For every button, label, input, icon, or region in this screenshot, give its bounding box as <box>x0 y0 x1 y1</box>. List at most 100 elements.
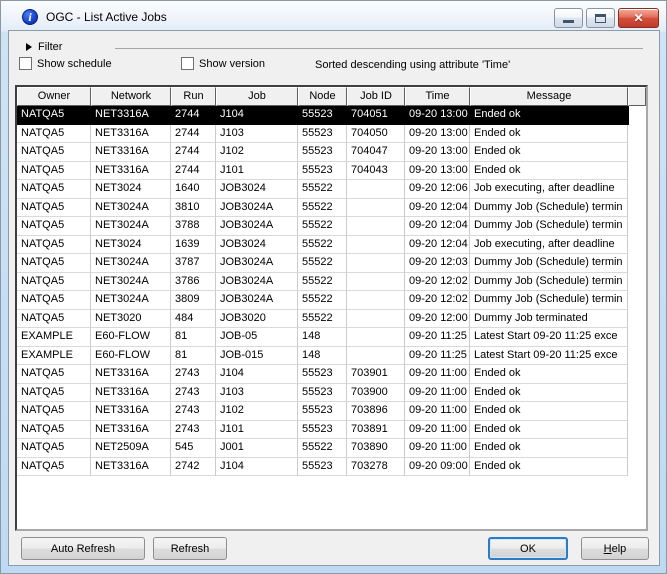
column-header-job[interactable]: Job <box>216 87 298 106</box>
table-cell: NET3316A <box>91 457 171 476</box>
column-header-owner[interactable]: Owner <box>17 87 91 106</box>
table-cell <box>347 346 405 365</box>
table-cell: JOB3024A <box>216 291 298 310</box>
table-cell: J103 <box>216 124 298 143</box>
table-row[interactable]: NATQA5 NET3316A 2744 J104 55523 704051 09-20 1… <box>17 106 629 125</box>
refresh-button[interactable]: Refresh <box>153 537 227 560</box>
table-cell: 704050 <box>347 124 405 143</box>
table-cell: NET3024A <box>91 254 171 273</box>
table-cell: 09-20 12:06 <box>405 180 470 199</box>
maximize-button[interactable] <box>586 8 615 28</box>
table-cell: NATQA5 <box>17 235 91 254</box>
table-cell: 545 <box>171 439 216 458</box>
column-header-time[interactable]: Time <box>405 87 470 106</box>
table-cell <box>347 328 405 347</box>
table-cell: 148 <box>298 328 347 347</box>
table-cell: Ended ok <box>470 106 628 125</box>
table-row[interactable]: NATQA5 NET3020 484 JOB3020 55522 09-20 12:00 D… <box>17 309 629 328</box>
table-row[interactable]: NATQA5 NET3024A 3810 JOB3024A 55522 09-20 12:… <box>17 198 629 217</box>
table-cell: Ended ok <box>470 124 628 143</box>
column-header-node[interactable]: Node <box>298 87 347 106</box>
table-cell: 09-20 11:00 <box>405 402 470 421</box>
table-row[interactable]: NATQA5 NET3316A 2742 J104 55523 703278 09-20 0… <box>17 457 629 476</box>
table-cell: 3810 <box>171 198 216 217</box>
column-header-network[interactable]: Network <box>91 87 171 106</box>
table-cell: NATQA5 <box>17 309 91 328</box>
table-cell: NATQA5 <box>17 365 91 384</box>
table-cell: J001 <box>216 439 298 458</box>
table-cell: 55522 <box>298 309 347 328</box>
close-button[interactable]: ✕ <box>618 8 659 28</box>
table-cell: NATQA5 <box>17 420 91 439</box>
table-row[interactable]: NATQA5 NET3316A 2743 J101 55523 703891 09-20 1… <box>17 420 629 439</box>
table-row[interactable]: NATQA5 NET3024A 3809 JOB3024A 55522 09-20 12:… <box>17 291 629 310</box>
title-bar[interactable]: i OGC - List Active Jobs ✕ <box>1 1 666 31</box>
table-row[interactable]: NATQA5 NET3316A 2743 J103 55523 703900 09-20 1… <box>17 383 629 402</box>
table-cell: 148 <box>298 346 347 365</box>
table-cell: JOB3024A <box>216 217 298 236</box>
table-cell: 3809 <box>171 291 216 310</box>
table-cell: 09-20 11:00 <box>405 383 470 402</box>
table-cell: 55523 <box>298 402 347 421</box>
auto-refresh-button[interactable]: Auto Refresh <box>21 537 145 560</box>
maximize-icon <box>595 13 606 23</box>
column-header-blank <box>628 87 646 106</box>
table-cell: EXAMPLE <box>17 328 91 347</box>
table-cell: 09-20 11:00 <box>405 365 470 384</box>
table-cell: 3786 <box>171 272 216 291</box>
table-row[interactable]: NATQA5 NET3024A 3788 JOB3024A 55522 09-20 12:… <box>17 217 629 236</box>
table-row[interactable]: NATQA5 NET2509A 545 J001 55522 703890 09-20 11… <box>17 439 629 458</box>
table-cell: Ended ok <box>470 143 628 162</box>
minimize-icon <box>563 19 574 23</box>
table-row[interactable]: EXAMPLE E60-FLOW 81 JOB-015 148 09-20 11:25 La… <box>17 346 629 365</box>
table-cell: NATQA5 <box>17 383 91 402</box>
help-button[interactable]: Help <box>581 537 649 560</box>
table-cell: 55523 <box>298 457 347 476</box>
table-cell: 55523 <box>298 383 347 402</box>
show-version-label: Show version <box>199 57 266 70</box>
table-row[interactable]: NATQA5 NET3316A 2744 J102 55523 704047 09-20 1… <box>17 143 629 162</box>
table-cell: J101 <box>216 161 298 180</box>
table-cell: 704051 <box>347 106 405 125</box>
table-cell: EXAMPLE <box>17 346 91 365</box>
table-cell: 09-20 11:25 <box>405 346 470 365</box>
table-row[interactable]: NATQA5 NET3024A 3786 JOB3024A 55522 09-20 12:… <box>17 272 629 291</box>
table-cell: 703900 <box>347 383 405 402</box>
table-row[interactable]: NATQA5 NET3024 1639 JOB3024 55522 09-20 12:04… <box>17 235 629 254</box>
window-title: OGC - List Active Jobs <box>46 10 167 24</box>
table-cell: 09-20 12:04 <box>405 217 470 236</box>
ok-button[interactable]: OK <box>488 537 568 560</box>
table-row[interactable]: NATQA5 NET3024 1640 JOB3024 55522 09-20 12:06… <box>17 180 629 199</box>
show-version-checkbox[interactable]: Show version <box>181 57 265 70</box>
table-cell: 2744 <box>171 143 216 162</box>
table-cell: Job executing, after deadline <box>470 235 628 254</box>
table-row[interactable]: NATQA5 NET3024A 3787 JOB3024A 55522 09-20 12:… <box>17 254 629 273</box>
table-row[interactable]: EXAMPLE E60-FLOW 81 JOB-05 148 09-20 11:25 Lat… <box>17 328 629 347</box>
table-row[interactable]: NATQA5 NET3316A 2743 J102 55523 703896 09-20 1… <box>17 402 629 421</box>
show-schedule-checkbox[interactable]: Show schedule <box>19 57 112 70</box>
minimize-button[interactable] <box>554 8 583 28</box>
table-row[interactable]: NATQA5 NET3316A 2744 J103 55523 704050 09-20 1… <box>17 124 629 143</box>
table-cell: 09-20 11:00 <box>405 439 470 458</box>
table-cell: NET3024A <box>91 291 171 310</box>
table-cell: J104 <box>216 457 298 476</box>
table-cell: 1639 <box>171 235 216 254</box>
column-header-message[interactable]: Message <box>470 87 628 106</box>
table-cell: 703896 <box>347 402 405 421</box>
table-cell: Ended ok <box>470 402 628 421</box>
table-cell: 2744 <box>171 161 216 180</box>
table-cell <box>347 235 405 254</box>
table-cell: 2743 <box>171 402 216 421</box>
table-cell: NET3316A <box>91 161 171 180</box>
filter-expander[interactable]: Filter <box>26 41 62 53</box>
table-row[interactable]: NATQA5 NET3316A 2743 J104 55523 703901 09-20 1… <box>17 365 629 384</box>
table-cell: 704047 <box>347 143 405 162</box>
table-cell: Dummy Job (Schedule) termin <box>470 217 628 236</box>
help-label: Help <box>603 542 627 555</box>
table-cell <box>347 272 405 291</box>
table-row[interactable]: NATQA5 NET3316A 2744 J101 55523 704043 09-20 1… <box>17 161 629 180</box>
table-cell: NET3316A <box>91 143 171 162</box>
column-header-job-id[interactable]: Job ID <box>347 87 405 106</box>
table-cell: 09-20 12:00 <box>405 309 470 328</box>
column-header-run[interactable]: Run <box>171 87 216 106</box>
